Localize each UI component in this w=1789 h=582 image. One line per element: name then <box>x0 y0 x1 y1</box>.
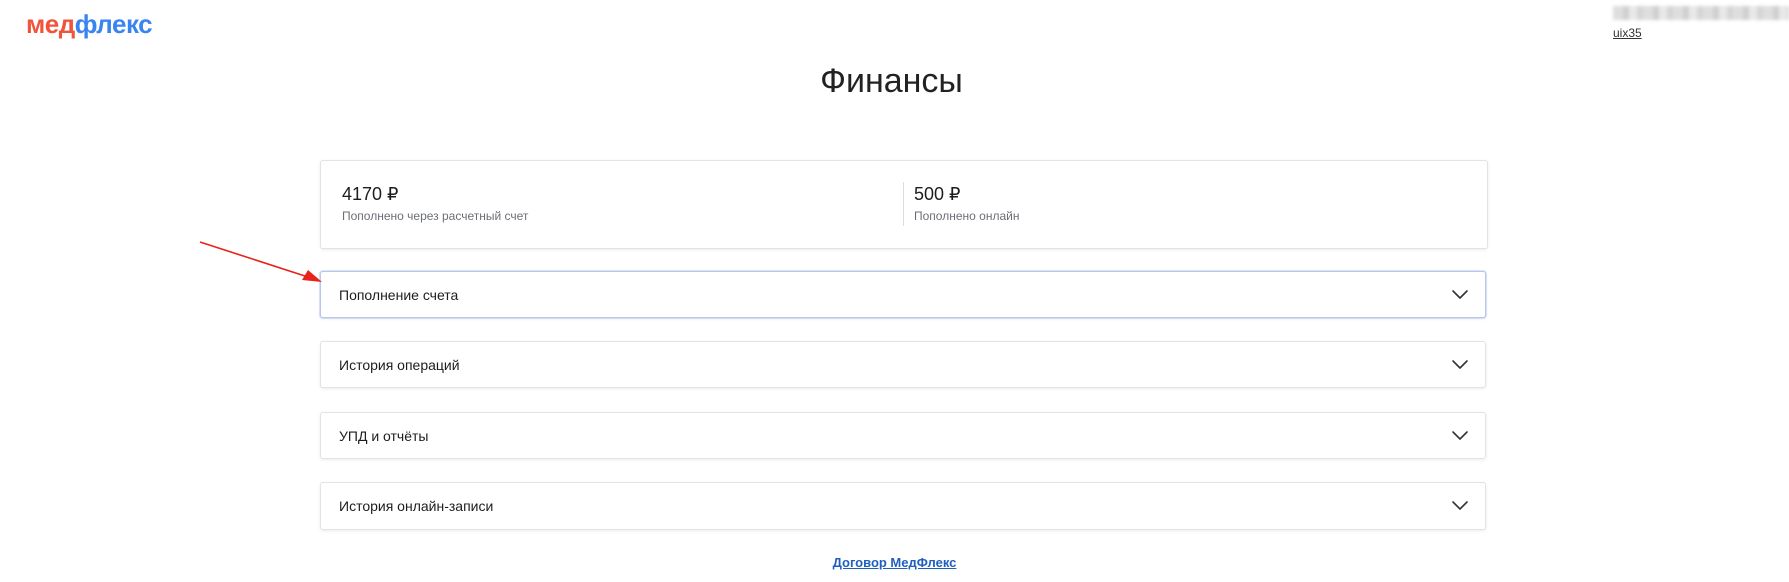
chevron-down-icon <box>1452 501 1468 510</box>
chevron-down-icon <box>1452 431 1468 440</box>
accordion-operations-history[interactable]: История операций <box>320 341 1486 388</box>
chevron-down-icon <box>1452 290 1468 299</box>
chevron-down-icon <box>1452 360 1468 369</box>
accordion-label: Пополнение счета <box>339 287 459 303</box>
summary-amount: 500 ₽ <box>914 184 961 204</box>
user-account-link[interactable]: uix35 <box>1613 26 1642 40</box>
accordion-online-booking-history[interactable]: История онлайн-записи <box>320 482 1486 530</box>
accordion-label: УПД и отчёты <box>339 428 429 444</box>
summary-item-bank-transfer: 4170 ₽ Пополнено через расчетный счет <box>342 183 528 224</box>
logo-text-med: мед <box>26 9 75 39</box>
user-menu: uix35 <box>1613 4 1789 44</box>
accordion-label: История онлайн-записи <box>339 498 494 514</box>
accordion-account-topup[interactable]: Пополнение счета <box>320 271 1486 318</box>
logo-text-flex: флекс <box>74 9 153 39</box>
accordion-label: История операций <box>339 357 460 373</box>
finance-page: медфлекс uix35 Финансы 4170 ₽ Пополнено … <box>0 0 1789 582</box>
summary-label: Пополнено онлайн <box>914 209 1020 223</box>
page-title: Финансы <box>820 62 963 100</box>
annotation-arrow-icon <box>199 241 322 282</box>
contract-link[interactable]: Договор МедФлекс <box>0 555 1789 570</box>
medflex-logo[interactable]: медфлекс <box>26 8 153 40</box>
summary-divider <box>903 182 904 226</box>
summary-item-online: 500 ₽ Пополнено онлайн <box>914 183 1019 224</box>
summary-amount: 4170 ₽ <box>342 184 399 204</box>
accordion-upd-reports[interactable]: УПД и отчёты <box>320 412 1486 459</box>
summary-label: Пополнено через расчетный счет <box>342 209 529 223</box>
balance-summary-card: 4170 ₽ Пополнено через расчетный счет 50… <box>320 160 1488 249</box>
blurred-user-info <box>1613 6 1789 20</box>
